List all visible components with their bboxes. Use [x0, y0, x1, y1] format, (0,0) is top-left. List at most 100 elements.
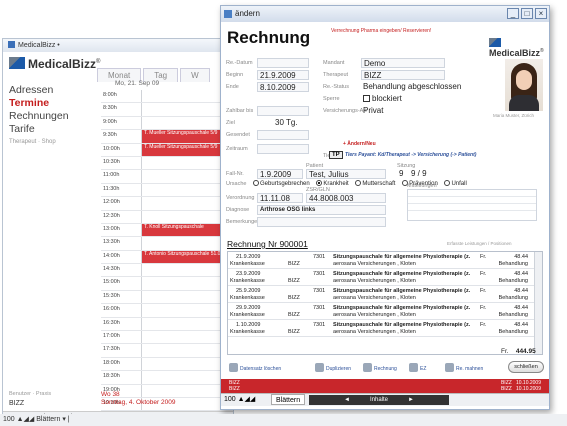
invoice-item-row[interactable]: 25.9.2009 Krankenkasse BIZZ 7301 Sitzungspau… — [228, 286, 542, 303]
bis-label: Ende — [226, 84, 239, 90]
slot-time: 14:00h — [103, 252, 120, 259]
calendar-slot[interactable]: 9:30h T. Mueller Sitzungspauschale 5/9 — [101, 130, 233, 144]
gesendet-label: Gesendet — [226, 132, 250, 138]
radio-icon[interactable] — [444, 180, 451, 186]
calendar-slot[interactable]: 18:00h — [101, 357, 233, 372]
prev-arrow-icon[interactable]: ◄ — [344, 397, 350, 403]
checkbox-icon[interactable] — [363, 95, 370, 102]
calendar-slot[interactable]: 13:30h — [101, 237, 233, 251]
calendar-slot[interactable]: 8:30h — [101, 103, 233, 117]
fall-field[interactable]: 1.9.2009 — [257, 169, 303, 179]
calendar-slot[interactable]: 14:30h — [101, 264, 233, 278]
item-kasse2: BIZZ — [288, 278, 300, 284]
therapeut-field[interactable]: BIZZ — [361, 70, 445, 80]
radio-geburtsgebrechen[interactable]: Geburtsgebrechen — [253, 180, 310, 187]
invoice-item-row[interactable]: 29.9.2009 Krankenkasse BIZZ 7301 Sitzungspau… — [228, 303, 542, 320]
item-code: 7301 — [313, 305, 326, 311]
radio-unfall[interactable]: Unfall — [444, 180, 467, 187]
item-desc2: aerosana Versicherungen , Kloten — [333, 295, 416, 301]
zeitraum-field[interactable] — [257, 144, 309, 154]
calendar-slot[interactable]: 14:00h T. Antonio Sitzungspauschale 51.00 — [101, 250, 233, 265]
mandant-field[interactable]: Demo — [361, 58, 445, 68]
invoice-item-row[interactable]: 21.9.2009 Krankenkasse BIZZ 7301 Sitzungspau… — [228, 252, 542, 269]
slot-time: 15:00h — [103, 279, 120, 286]
bis-field[interactable]: 8.10.2009 — [257, 82, 309, 92]
item-desc: Sitzungspauschale für allgemeine Physiot… — [333, 271, 471, 277]
slot-time: 9:00h — [103, 118, 117, 125]
calendar-window-titlebar[interactable]: MedicalBizz • — [3, 39, 233, 52]
items-scrollbar[interactable] — [534, 252, 542, 354]
mitteilungen-field[interactable] — [407, 189, 537, 221]
calendar-slot[interactable]: 10:00h T. Mueller Sitzungspauschale 5/9 — [101, 143, 233, 157]
invoice-window-titlebar[interactable]: ändern _ □ × — [221, 6, 549, 22]
close-icon[interactable]: × — [535, 8, 547, 19]
calendar-slot[interactable]: 16:30h — [101, 317, 233, 332]
calendar-slot[interactable]: 17:00h — [101, 331, 233, 345]
calendar-slot[interactable]: 15:00h — [101, 277, 233, 291]
gesendet-field[interactable] — [257, 130, 309, 140]
calendar-slot[interactable]: 16:00h — [101, 304, 233, 318]
tiers-text: Tiers Payant: Kd/Therapeut -> Versicheru… — [345, 152, 477, 158]
calendar-slot[interactable]: 18:30h — [101, 371, 233, 385]
close-button[interactable]: schließen — [508, 361, 544, 373]
von-field[interactable]: 21.9.2009 — [257, 70, 309, 80]
zsr-field[interactable]: 44.8008.003 — [306, 193, 386, 203]
calendar-slot[interactable]: 10:30h — [101, 156, 233, 171]
duplicate-button[interactable]: Duplizieren — [315, 363, 351, 372]
ziel-field[interactable]: 30 Tg. — [273, 118, 309, 128]
next-arrow-icon[interactable]: ► — [408, 397, 414, 403]
calendar-slot[interactable]: 17:30h — [101, 344, 233, 358]
browse-mode[interactable]: Blättern — [271, 394, 306, 405]
sitzung-field[interactable]: 9 — [397, 169, 407, 179]
add-link[interactable]: + Ändern/Neu — [343, 141, 376, 147]
invoice-item-row[interactable]: 23.9.2009 Krankenkasse BIZZ 7301 Sitzungspau… — [228, 269, 542, 286]
radio-label: Unfall — [451, 181, 467, 187]
calendar-slot[interactable]: 12:00h — [101, 197, 233, 211]
calendar-slot[interactable]: 9:00h — [101, 116, 233, 131]
blockiert-checkbox[interactable]: blockiert — [361, 94, 441, 104]
zoom-control[interactable]: 100 ▲◢◢ — [224, 394, 255, 406]
minimize-icon[interactable]: _ — [507, 8, 519, 19]
main-statusbar[interactable]: 100 ▲◢◢ Blättern ▾ | — [0, 414, 567, 426]
print-invoice-button[interactable]: Rechnung — [363, 363, 397, 372]
ziel-label: Ziel — [226, 120, 235, 126]
nav-item-rechnungen[interactable]: Rechnungen — [9, 110, 69, 123]
diagnose-field[interactable]: Arthrose OSG links — [257, 205, 386, 215]
calendar-slot[interactable]: 8:00h — [101, 90, 233, 104]
invoice-item-row[interactable]: 1.10.2009 Krankenkasse BIZZ 7301 Sitzungspau… — [228, 320, 542, 337]
status-label: Re.-Status — [323, 84, 349, 90]
item-kasse2: BIZZ — [288, 312, 300, 318]
calendar-slot[interactable]: 15:30h — [101, 290, 233, 305]
window-app-icon — [224, 10, 232, 18]
record-info-right: BIZZ 10.10.2009 BIZZ 10.10.2009 — [500, 380, 541, 392]
record-navigator-label: Inhalte — [369, 397, 388, 403]
invoice-total: Fr. 444.95 — [501, 348, 536, 355]
calendar-slot[interactable]: 12:30h — [101, 210, 233, 224]
status-field[interactable]: Behandlung abgeschlossen — [361, 82, 471, 92]
versicherung-field[interactable]: Privat — [361, 106, 445, 116]
radio-icon[interactable] — [253, 180, 259, 186]
esr-button[interactable]: EZ — [409, 363, 426, 372]
delete-record-button[interactable]: Datensatz löschen — [229, 363, 281, 372]
re-datum-field[interactable] — [257, 58, 309, 68]
item-desc: Sitzungspauschale für allgemeine Physiot… — [333, 288, 471, 294]
calendar-slot[interactable]: 11:00h — [101, 170, 233, 184]
verordnung-field[interactable]: 11.11.08 — [257, 193, 303, 203]
reminder-button[interactable]: Re. mahnen — [445, 363, 483, 372]
nav-item-adressen[interactable]: Adressen — [9, 84, 69, 97]
bemerkungen-field[interactable] — [257, 217, 386, 227]
zahlbar-field[interactable] — [257, 106, 309, 116]
calendar-slot[interactable]: 13:00h T. Knoll Sitzungspauschale — [101, 223, 233, 238]
patient-field[interactable]: Test, Julius — [306, 169, 386, 179]
item-type: Behandlung — [498, 261, 528, 267]
radio-mutterschaft[interactable]: Mutterschaft — [355, 180, 395, 187]
nav-item-tarife[interactable]: Tarife — [9, 123, 69, 136]
zahlbar-label: Zahlbar bis — [226, 108, 254, 114]
calendar-slot[interactable]: 11:30h — [101, 183, 233, 198]
maximize-icon[interactable]: □ — [521, 8, 533, 19]
radio-icon[interactable] — [316, 180, 323, 186]
nav-item-termine[interactable]: Termine — [9, 97, 69, 110]
nav-item-small[interactable]: Therapeut · Shop — [9, 136, 69, 148]
tab-woche[interactable]: W — [180, 68, 210, 82]
radio-icon[interactable] — [355, 180, 362, 186]
